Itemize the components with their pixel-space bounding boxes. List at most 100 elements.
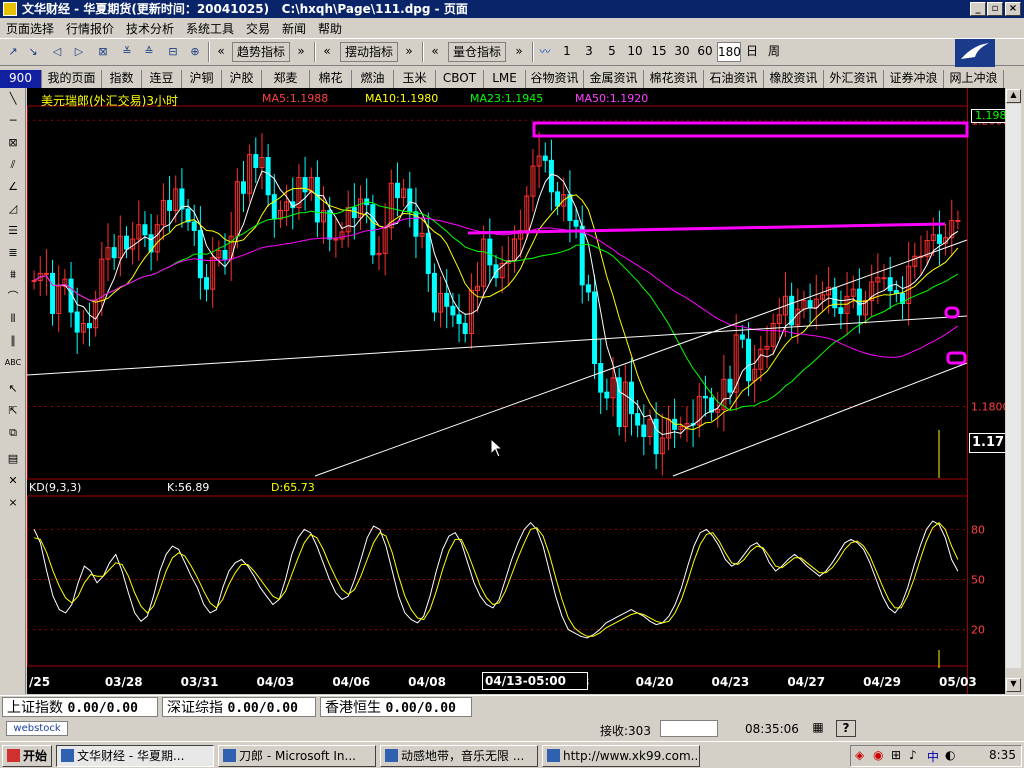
task-ie-music[interactable]: 动感地带，音乐无限 ... xyxy=(380,745,538,767)
draw-ray-icon[interactable]: ↘ xyxy=(24,44,42,60)
tab-web-surf[interactable]: 网上冲浪 xyxy=(944,70,1004,88)
fib-tool-icon[interactable]: ≣ xyxy=(3,244,23,262)
scroll-down-icon[interactable]: ▼ xyxy=(1006,678,1021,692)
calculator-icon[interactable]: ▦ xyxy=(808,720,828,737)
volume-next-button[interactable]: » xyxy=(510,42,528,62)
tray-volume-icon[interactable]: ♪ xyxy=(909,748,917,762)
text-tool-icon[interactable]: ABC xyxy=(3,354,23,372)
scroll-left-icon[interactable]: ◁ xyxy=(48,44,66,60)
tray-shield-icon[interactable]: ◈ xyxy=(855,748,864,762)
speed-tool-icon[interactable]: ⩩ xyxy=(3,266,23,284)
period-5[interactable]: 5 xyxy=(603,42,621,62)
start-button[interactable]: 开始 xyxy=(2,745,52,767)
chart-svg[interactable]: 1.20001.1800805020/2503/2803/3104/0304/0… xyxy=(27,88,1022,694)
tray-network-icon[interactable]: ⊞ xyxy=(891,748,901,762)
index-hangseng[interactable]: 香港恒生 0.00/0.00 xyxy=(320,697,472,717)
tab-cotton[interactable]: 棉花 xyxy=(310,70,352,88)
move-tool-icon[interactable]: ⇱ xyxy=(3,402,23,420)
tab-index[interactable]: 指数 xyxy=(102,70,142,88)
menu-tools[interactable]: 系统工具 xyxy=(186,20,234,37)
vlines-tool-icon[interactable]: ∥ xyxy=(3,332,23,350)
tab-grain-news[interactable]: 谷物资讯 xyxy=(526,70,584,88)
zoom-out-icon[interactable]: ⊠ xyxy=(94,44,112,60)
tab-lme[interactable]: LME xyxy=(484,70,526,88)
tab-rubber[interactable]: 沪胶 xyxy=(222,70,262,88)
swing-next-button[interactable]: » xyxy=(400,42,418,62)
tab-900[interactable]: 900 xyxy=(0,70,42,88)
expand-icon[interactable]: ≙ xyxy=(140,44,158,60)
tab-my-page[interactable]: 我的页面 xyxy=(42,70,102,88)
line-tool-icon[interactable]: ╲ xyxy=(3,90,23,108)
volume-prev-button[interactable]: « xyxy=(426,42,444,62)
chart-scrollbar[interactable]: ▲ ▼ xyxy=(1005,88,1022,694)
scroll-track[interactable] xyxy=(1006,104,1021,668)
period-1[interactable]: 1 xyxy=(558,42,576,62)
trend-indicator-button[interactable]: 趋势指标 xyxy=(232,42,290,62)
swing-indicator-button[interactable]: 摆动指标 xyxy=(340,42,398,62)
lines-tool-icon[interactable]: ☰ xyxy=(3,222,23,240)
close-button[interactable]: × xyxy=(1005,2,1021,16)
tab-cbot[interactable]: CBOT xyxy=(436,70,484,88)
tab-cotton-news[interactable]: 棉花资讯 xyxy=(644,70,704,88)
period-10[interactable]: 10 xyxy=(624,42,646,62)
trend-next-button[interactable]: » xyxy=(292,42,310,62)
menu-help[interactable]: 帮助 xyxy=(318,20,342,37)
tab-copper[interactable]: 沪铜 xyxy=(182,70,222,88)
period-180[interactable]: 180 xyxy=(717,42,741,62)
trend-prev-button[interactable]: « xyxy=(212,42,230,62)
period-day[interactable]: 日 xyxy=(743,42,761,62)
tray-app-icon[interactable]: ◐ xyxy=(945,748,955,762)
channel-tool-icon[interactable]: ⫽ xyxy=(3,156,23,174)
period-15[interactable]: 15 xyxy=(648,42,670,62)
scroll-up-icon[interactable]: ▲ xyxy=(1006,89,1021,103)
help-button[interactable]: ? xyxy=(836,720,856,737)
draw-line-icon[interactable]: ↗ xyxy=(4,44,22,60)
tab-stock-surf[interactable]: 证券冲浪 xyxy=(884,70,944,88)
delete-tool-icon[interactable]: ✕ xyxy=(3,472,23,490)
period-60[interactable]: 60 xyxy=(694,42,716,62)
index-shanghai[interactable]: 上证指数 0.00/0.00 xyxy=(2,697,158,717)
task-wenhua[interactable]: 文华财经 - 华夏期... xyxy=(56,745,214,767)
delete-all-tool-icon[interactable]: ⨯ xyxy=(3,494,23,512)
volume-indicator-button[interactable]: 量仓指标 xyxy=(448,42,506,62)
compress-icon[interactable]: ≚ xyxy=(118,44,136,60)
tab-soybean[interactable]: 连豆 xyxy=(142,70,182,88)
menu-trade[interactable]: 交易 xyxy=(246,20,270,37)
doc-tool-icon[interactable]: ▤ xyxy=(3,450,23,468)
menu-page-select[interactable]: 页面选择 xyxy=(6,20,54,37)
period-week[interactable]: 周 xyxy=(765,42,783,62)
period-3[interactable]: 3 xyxy=(580,42,598,62)
triangle-tool-icon[interactable]: ◿ xyxy=(3,200,23,218)
arc-tool-icon[interactable]: ⌒ xyxy=(3,288,23,306)
tray-ime-icon[interactable]: 中 xyxy=(927,748,939,765)
menu-tech-analysis[interactable]: 技术分析 xyxy=(126,20,174,37)
maximize-button[interactable]: ▫ xyxy=(987,2,1003,16)
menu-news[interactable]: 新闻 xyxy=(282,20,306,37)
chart-panel[interactable]: 1.20001.1800805020/2503/2803/3104/0304/0… xyxy=(27,88,1022,694)
task-ie-xk99[interactable]: http://www.xk99.com... xyxy=(542,745,700,767)
period-chart-icon[interactable]: 〰 xyxy=(536,44,554,60)
hline-tool-icon[interactable]: ─ xyxy=(3,112,23,130)
fit-icon[interactable]: ⊟ xyxy=(164,44,182,60)
tab-wheat[interactable]: 郑麦 xyxy=(262,70,310,88)
tray-security-icon[interactable]: ◉ xyxy=(873,748,883,762)
swing-prev-button[interactable]: « xyxy=(318,42,336,62)
rect-tool-icon[interactable]: ⊠ xyxy=(3,134,23,152)
task-ie-daolang[interactable]: 刀郎 - Microsoft In... xyxy=(218,745,376,767)
tab-forex-news[interactable]: 外汇资讯 xyxy=(824,70,884,88)
tab-fuel-oil[interactable]: 燃油 xyxy=(352,70,394,88)
tab-metal-news[interactable]: 金属资讯 xyxy=(584,70,644,88)
tab-rubber-news[interactable]: 橡胶资讯 xyxy=(764,70,824,88)
scroll-right-icon[interactable]: ▷ xyxy=(70,44,88,60)
cycle-tool-icon[interactable]: ⦀ xyxy=(3,310,23,328)
minimize-button[interactable]: _ xyxy=(970,2,986,16)
zoom-icon[interactable]: ⊕ xyxy=(186,44,204,60)
menu-quotes[interactable]: 行情报价 xyxy=(66,20,114,37)
tab-oil-news[interactable]: 石油资讯 xyxy=(704,70,764,88)
angle-tool-icon[interactable]: ∠ xyxy=(3,178,23,196)
copy-tool-icon[interactable]: ⧉ xyxy=(3,424,23,442)
index-shenzhen[interactable]: 深证综指 0.00/0.00 xyxy=(162,697,316,717)
tab-corn[interactable]: 玉米 xyxy=(394,70,436,88)
webstock-logo[interactable]: webstock xyxy=(6,721,68,736)
select-tool-icon[interactable]: ↖ xyxy=(3,380,23,398)
